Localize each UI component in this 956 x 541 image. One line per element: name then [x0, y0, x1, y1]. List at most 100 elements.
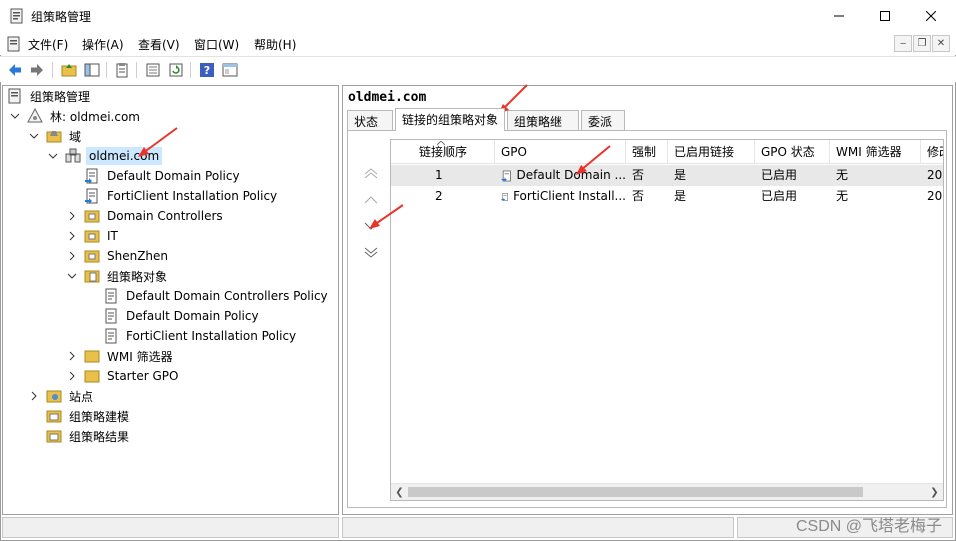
- watermark-text: CSDN @飞塔老梅子: [795, 518, 942, 535]
- details-pane: oldmei.com 状态 链接的组策略对象 组策略继承 委派 链接顺序 GPO: [342, 85, 953, 515]
- table-row[interactable]: 1 Default Domain ... 否 是 已启用 无 202: [391, 165, 943, 186]
- scroll-right-button[interactable]: ❯: [926, 484, 943, 500]
- chevron-right-icon[interactable]: [66, 230, 78, 242]
- chevron-down-icon[interactable]: [9, 110, 21, 122]
- tree-root-label: 组策略管理: [30, 89, 91, 104]
- move-top-button[interactable]: [360, 163, 382, 185]
- annotation-arrow-icon: [576, 145, 611, 175]
- cell-gpo: FortiClient Install...: [495, 186, 626, 207]
- linked-gpos-panel: 链接顺序 GPO 强制 已启用链接 GPO 状态 WMI 筛选器 修改 1 De…: [347, 130, 947, 508]
- folder-icon: [84, 348, 100, 364]
- move-bottom-button[interactable]: [360, 241, 382, 263]
- tree-starter-gpo[interactable]: Starter GPO: [66, 366, 180, 386]
- chevron-right-icon[interactable]: [66, 210, 78, 222]
- up-folder-icon: [61, 64, 77, 77]
- cell-wmi-filter: 无: [836, 168, 849, 182]
- tree-ou-domain-controllers[interactable]: Domain Controllers: [66, 206, 225, 226]
- tree-ou-shenzhen[interactable]: ShenZhen: [66, 246, 170, 266]
- tree-gpo-link[interactable]: FortiClient Installation Policy: [84, 186, 279, 206]
- folder-icon: [84, 368, 100, 384]
- chevron-down-icon[interactable]: [28, 130, 40, 142]
- tree-gp-results[interactable]: 组策略结果: [46, 426, 131, 446]
- scroll-thumb[interactable]: [408, 487, 863, 497]
- chevron-right-icon[interactable]: [66, 350, 78, 362]
- cell-link-enabled: 是: [674, 168, 687, 182]
- tree-gp-modeling[interactable]: 组策略建模: [46, 406, 131, 426]
- sites-folder-icon: [46, 388, 62, 404]
- close-icon: ✕: [936, 38, 946, 49]
- tree-gpo-label: Default Domain Policy: [126, 309, 259, 323]
- gpo-name: FortiClient Install...: [513, 189, 626, 203]
- menu-file[interactable]: 文件(F): [28, 36, 68, 53]
- mdi-close-button[interactable]: ✕: [932, 35, 950, 52]
- status-cell: [2, 517, 339, 538]
- menu-action[interactable]: 操作(A): [82, 36, 124, 53]
- tree-domains[interactable]: 域: [28, 126, 83, 146]
- chevron-down-icon[interactable]: [66, 270, 78, 282]
- tree-gpo[interactable]: Default Domain Policy: [103, 306, 261, 326]
- close-button[interactable]: [908, 0, 954, 32]
- tree-ou-it[interactable]: IT: [66, 226, 120, 246]
- table-row[interactable]: 2 FortiClient Install... 否 是 已启用 无 202: [391, 186, 943, 207]
- gpo-link-icon: [84, 168, 100, 184]
- column-label: GPO 状态: [761, 145, 815, 159]
- window-title: 组策略管理: [31, 10, 92, 24]
- menu-help[interactable]: 帮助(H): [254, 36, 296, 53]
- cell-gpo-status: 已启用: [761, 168, 798, 182]
- mdi-restore-button[interactable]: ❐: [913, 35, 931, 52]
- tree-root[interactable]: 组策略管理: [7, 86, 92, 106]
- tab-label: 状态: [354, 115, 379, 129]
- properties-button[interactable]: [113, 61, 131, 79]
- tree-gpo-folder-label: 组策略对象: [107, 269, 168, 284]
- column-gpo-status[interactable]: GPO 状态: [755, 140, 830, 164]
- refresh-button[interactable]: [167, 61, 185, 79]
- column-modified[interactable]: 修改: [921, 140, 943, 164]
- chevron-down-icon[interactable]: [47, 150, 59, 162]
- chevron-right-icon[interactable]: [66, 250, 78, 262]
- chevron-right-icon[interactable]: [28, 390, 40, 402]
- menu-window[interactable]: 窗口(W): [194, 36, 239, 53]
- tree-gpo[interactable]: Default Domain Controllers Policy: [103, 286, 330, 306]
- console-button[interactable]: [221, 61, 239, 79]
- ou-folder-icon: [84, 208, 100, 224]
- move-to-bottom-icon: [364, 247, 378, 258]
- column-enforced[interactable]: 强制: [626, 140, 668, 164]
- tab-status[interactable]: 状态: [347, 110, 393, 130]
- tree-ou-label: ShenZhen: [107, 249, 169, 263]
- tree-gpo-link[interactable]: Default Domain Policy: [84, 166, 242, 186]
- tree-forest[interactable]: 林: oldmei.com: [9, 106, 142, 126]
- export-list-button[interactable]: [144, 61, 162, 79]
- maximize-button[interactable]: [862, 0, 908, 32]
- sort-ascending-icon: [437, 141, 445, 146]
- cell-order: 1: [435, 168, 443, 182]
- help-button[interactable]: ?: [198, 61, 216, 79]
- tree-gpo-folder[interactable]: 组策略对象: [66, 266, 169, 286]
- close-icon: [926, 11, 936, 21]
- chevron-right-icon[interactable]: [66, 370, 78, 382]
- tree-sites[interactable]: 站点: [28, 386, 95, 406]
- minimize-button[interactable]: [816, 0, 862, 32]
- maximize-icon: [880, 11, 890, 21]
- system-menu-icon[interactable]: [6, 36, 22, 52]
- forward-button[interactable]: [28, 61, 46, 79]
- mdi-minimize-button[interactable]: ‒: [894, 35, 912, 52]
- tree-wmi-filters[interactable]: WMI 筛选器: [66, 346, 175, 366]
- tab-delegation[interactable]: 委派: [581, 110, 625, 130]
- column-link-enabled[interactable]: 已启用链接: [668, 140, 755, 164]
- cell-wmi-filter: 无: [836, 189, 849, 203]
- horizontal-scrollbar[interactable]: ❮ ❯: [391, 483, 943, 500]
- column-wmi-filter[interactable]: WMI 筛选器: [830, 140, 921, 164]
- back-button[interactable]: [6, 61, 24, 79]
- menu-view[interactable]: 查看(V): [138, 36, 180, 53]
- show-tree-button[interactable]: [83, 61, 101, 79]
- tree-gpo-label: Default Domain Controllers Policy: [126, 289, 328, 303]
- cell-modified: 202: [927, 189, 943, 203]
- column-label: 链接顺序: [419, 145, 468, 159]
- forest-icon: [27, 107, 43, 124]
- tree-ou-label: IT: [107, 229, 118, 243]
- move-to-top-icon: [364, 168, 378, 179]
- tab-linked-gpos[interactable]: 链接的组策略对象: [395, 108, 505, 131]
- scroll-left-button[interactable]: ❮: [391, 484, 408, 500]
- up-button[interactable]: [60, 61, 78, 79]
- tree-gpo[interactable]: FortiClient Installation Policy: [103, 326, 298, 346]
